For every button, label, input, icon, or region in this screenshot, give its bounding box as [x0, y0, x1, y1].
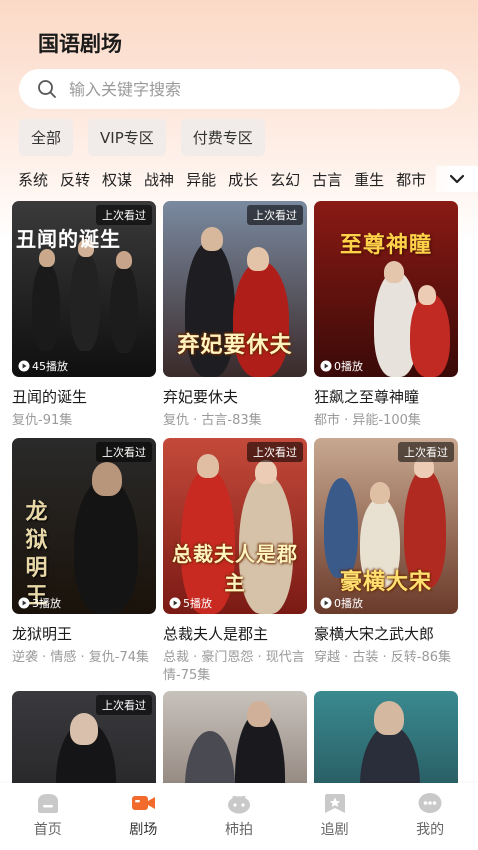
drama-poster: 豪横大宋 上次看过 0播放 [314, 438, 458, 614]
drama-title: 龙狱明王 [12, 625, 73, 643]
play-count: 3播放 [18, 595, 61, 611]
poster-title-art: 龙狱明王 [25, 499, 49, 609]
play-count: 0播放 [320, 358, 363, 374]
tab-label: 我的 [416, 822, 445, 838]
tab-home[interactable]: 首页 [0, 783, 95, 850]
drama-tags: 穿越 · 古装 · 反转-86集 [314, 650, 452, 665]
drama-title: 狂飙之至尊神瞳 [314, 388, 420, 406]
last-watched-badge: 上次看过 [96, 442, 152, 462]
home-icon [37, 794, 58, 813]
genre-item[interactable]: 古言 [312, 169, 342, 190]
video-camera-icon [132, 796, 156, 810]
drama-poster: 龙狱明王 上次看过 3播放 [12, 438, 156, 614]
play-circle-icon [18, 597, 30, 609]
filter-vip[interactable]: VIP专区 [88, 119, 166, 156]
drama-tags: 总裁 · 豪门恩怨 · 现代言情-75集 [163, 650, 305, 683]
drama-tags: 逆袭 · 情感 · 复仇-74集 [12, 650, 150, 665]
poster-title-art: 弃妃要休夫 [177, 332, 293, 358]
play-count-text: 5播放 [183, 597, 212, 610]
genre-item[interactable]: 战神 [144, 169, 174, 190]
play-circle-icon [320, 360, 332, 372]
genre-item[interactable]: 玄幻 [270, 169, 300, 190]
drama-title: 丑闻的诞生 [12, 388, 88, 406]
filter-row: 全部 VIP专区 付费专区 [19, 119, 265, 156]
play-count-text: 0播放 [334, 360, 363, 373]
genre-item[interactable]: 权谋 [102, 169, 132, 190]
search-icon [38, 80, 56, 98]
genre-item[interactable]: 都市 [396, 169, 426, 190]
page-title: 国语剧场 [38, 32, 122, 56]
drama-tags: 复仇 · 古言-83集 [163, 413, 262, 428]
last-watched-badge: 上次看过 [247, 205, 303, 225]
play-count-text: 45播放 [32, 360, 68, 373]
tab-label: 追剧 [320, 822, 349, 838]
tab-label: 首页 [33, 822, 62, 838]
drama-card[interactable]: 弃妃要休夫 上次看过 弃妃要休夫 复仇 · 古言-83集 [163, 201, 307, 430]
poster-title-art: 丑闻的诞生 [16, 227, 121, 251]
last-watched-badge: 上次看过 [96, 695, 152, 715]
tab-theater[interactable]: 剧场 [96, 783, 191, 850]
drama-card[interactable]: 豪横大宋 上次看过 0播放 豪横大宋之武大郎 穿越 · 古装 · 反转-86集 [314, 438, 458, 667]
bottom-tab-bar: 首页 剧场 柿拍 追剧 我的 [0, 783, 478, 850]
search-bar[interactable] [19, 69, 460, 109]
play-count-text: 3播放 [32, 597, 61, 610]
tab-label: 柿拍 [224, 822, 253, 838]
drama-title: 豪横大宋之武大郎 [314, 625, 435, 643]
poster-title-art: 总裁夫人是郡主 [172, 542, 298, 595]
last-watched-badge: 上次看过 [398, 442, 454, 462]
drama-poster: 总裁夫人是郡主 上次看过 5播放 [163, 438, 307, 614]
expand-genres-button[interactable] [436, 166, 478, 192]
chat-bubble-icon [418, 793, 442, 813]
genre-item[interactable]: 异能 [186, 169, 216, 190]
drama-title: 弃妃要休夫 [163, 388, 239, 406]
play-circle-icon [18, 360, 30, 372]
play-count: 45播放 [18, 358, 68, 374]
poster-title-art: 豪横大宋 [339, 569, 432, 595]
genre-item[interactable]: 成长 [228, 169, 258, 190]
persimmon-icon [227, 795, 250, 814]
drama-card[interactable]: 龙狱明王 上次看过 3播放 龙狱明王 逆袭 · 情感 · 复仇-74集 [12, 438, 156, 667]
drama-card[interactable]: 至尊神瞳 0播放 狂飙之至尊神瞳 都市 · 异能-100集 [314, 201, 458, 430]
tab-label: 剧场 [129, 822, 158, 838]
drama-tags: 都市 · 异能-100集 [314, 413, 421, 428]
tab-shipai[interactable]: 柿拍 [191, 783, 286, 850]
play-count-text: 0播放 [334, 597, 363, 610]
tab-profile[interactable]: 我的 [383, 783, 478, 850]
last-watched-badge: 上次看过 [96, 205, 152, 225]
filter-all[interactable]: 全部 [19, 119, 74, 156]
poster-title-art: 至尊神瞳 [339, 232, 432, 258]
drama-poster: 至尊神瞳 0播放 [314, 201, 458, 377]
drama-poster: 弃妃要休夫 上次看过 [163, 201, 307, 377]
genre-item[interactable]: 重生 [354, 169, 384, 190]
drama-title: 总裁夫人是郡主 [163, 625, 269, 643]
bookmark-icon [324, 794, 345, 813]
drama-tags: 复仇-91集 [12, 413, 73, 428]
drama-card[interactable]: 总裁夫人是郡主 上次看过 5播放 总裁夫人是郡主 总裁 · 豪门恩怨 · 现代言… [163, 438, 307, 685]
drama-poster: 丑闻的诞生 上次看过 45播放 [12, 201, 156, 377]
genre-tabs: 系统 反转 权谋 战神 异能 成长 玄幻 古言 重生 都市 [18, 166, 478, 192]
search-input[interactable] [69, 79, 429, 99]
play-count: 5播放 [169, 595, 212, 611]
genre-item[interactable]: 反转 [60, 169, 90, 190]
play-count: 0播放 [320, 595, 363, 611]
genre-item[interactable]: 系统 [18, 169, 48, 190]
play-circle-icon [320, 597, 332, 609]
tab-following[interactable]: 追剧 [287, 783, 382, 850]
last-watched-badge: 上次看过 [247, 442, 303, 462]
drama-card[interactable]: 丑闻的诞生 上次看过 45播放 丑闻的诞生 复仇-91集 [12, 201, 156, 430]
play-circle-icon [169, 597, 181, 609]
filter-paid[interactable]: 付费专区 [180, 119, 265, 156]
chevron-down-icon [449, 174, 465, 184]
